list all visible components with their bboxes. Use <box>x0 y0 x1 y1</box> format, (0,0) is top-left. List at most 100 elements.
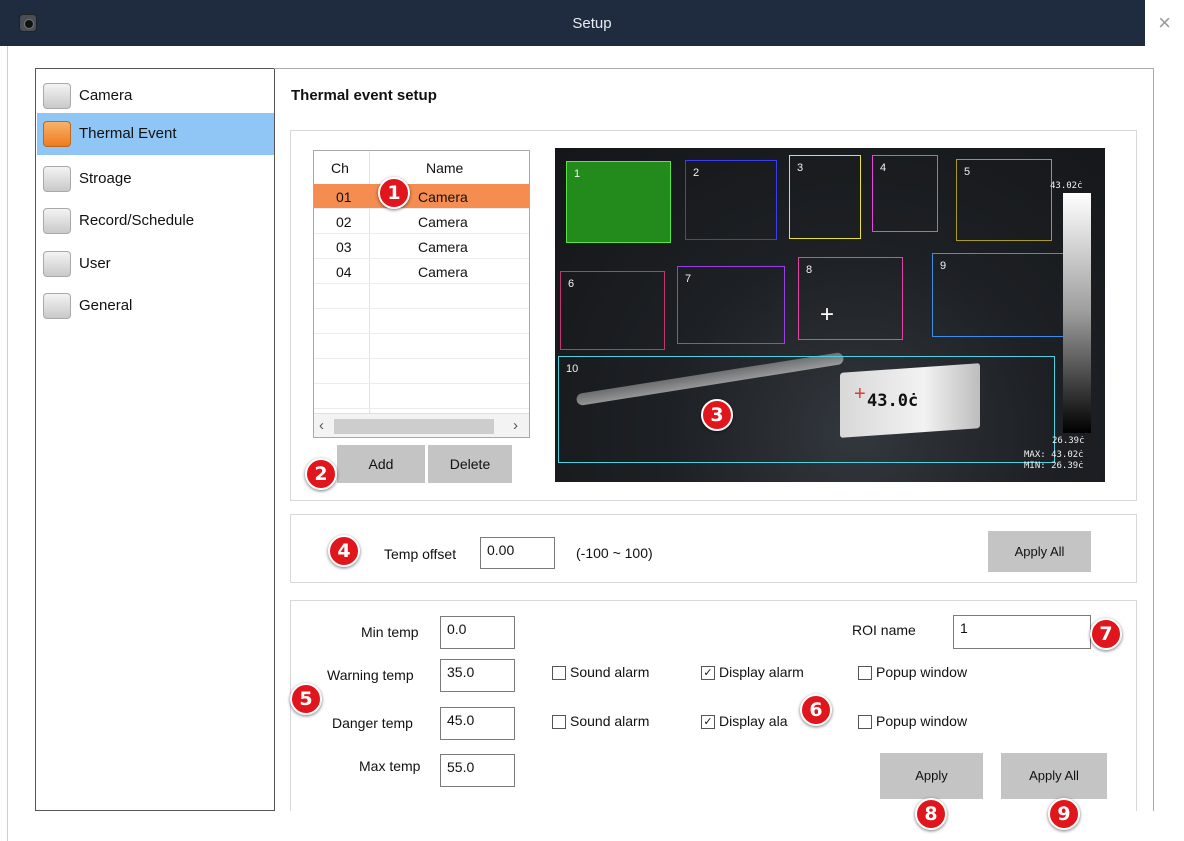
row-ch: 04 <box>336 264 352 280</box>
sidebar-item-camera[interactable]: Camera <box>37 75 274 117</box>
roi-label: 6 <box>568 278 575 290</box>
min-temp-input[interactable]: 0.0 <box>440 616 515 649</box>
crosshair-icon: + <box>820 301 835 328</box>
roi-region-9[interactable]: 9 <box>932 253 1064 337</box>
sidebar-item-storage[interactable]: Stroage <box>37 158 274 200</box>
offset-apply-all-button[interactable]: Apply All <box>988 531 1091 572</box>
close-icon[interactable]: × <box>1145 0 1184 46</box>
sidebar-item-label: Thermal Event <box>79 125 177 142</box>
camera-icon <box>43 83 71 109</box>
roi-name-label: ROI name <box>852 622 916 638</box>
sidebar-item-user[interactable]: User <box>37 243 274 285</box>
roi-label: 7 <box>685 273 692 285</box>
min-readout: MIN: 26.39ċ <box>1024 461 1084 471</box>
callout-badge-7: 7 <box>1090 618 1122 650</box>
empty-row <box>314 384 529 409</box>
danger-temp-label: Danger temp <box>332 715 413 731</box>
danger-display-alarm-label: Display ala <box>719 713 788 729</box>
channel-table: Ch Name 01 Camera 02 Camera 03 Camera 04… <box>313 150 530 438</box>
warning-temp-input[interactable]: 35.0 <box>440 659 515 692</box>
danger-popup-label: Popup window <box>876 713 968 729</box>
warning-temp-label: Warning temp <box>327 667 414 683</box>
sidebar-item-general[interactable]: General <box>37 285 274 327</box>
apply-all-button[interactable]: Apply All <box>1001 753 1107 799</box>
roi-region-1[interactable]: 1 <box>566 161 671 243</box>
danger-popup-checkbox[interactable] <box>858 715 872 729</box>
row-ch: 02 <box>336 214 352 230</box>
danger-display-alarm-checkbox[interactable]: ✓ <box>701 715 715 729</box>
roi-region-4[interactable]: 4 <box>872 155 938 232</box>
table-header: Ch Name <box>314 151 529 183</box>
scale-min-label: 26.39ċ <box>1052 436 1085 446</box>
row-ch: 03 <box>336 239 352 255</box>
table-row[interactable]: 01 Camera <box>314 184 529 209</box>
sidebar: Camera Thermal Event Stroage Record/Sche… <box>35 68 275 811</box>
temp-offset-input[interactable]: 0.00 <box>480 537 555 569</box>
roi-label: 5 <box>964 166 971 178</box>
scroll-right-icon[interactable]: › <box>513 417 518 434</box>
roi-region-7[interactable]: 7 <box>677 266 785 344</box>
row-name: Camera <box>418 189 468 205</box>
callout-badge-1: 1 <box>378 177 410 209</box>
record-schedule-icon <box>43 208 71 234</box>
warning-sound-alarm-checkbox[interactable] <box>552 666 566 680</box>
temperature-scale-bar <box>1063 193 1091 433</box>
roi-region-5[interactable]: 5 <box>956 159 1052 241</box>
thermal-image-view[interactable]: 1 2 3 4 5 6 7 8 9 10 + + 43.0ċ 43.02ċ 26… <box>555 148 1105 482</box>
roi-region-8[interactable]: 8 <box>798 257 903 340</box>
max-temp-label: Max temp <box>359 758 421 774</box>
roi-label: 8 <box>806 264 813 276</box>
min-temp-label: Min temp <box>361 624 419 640</box>
temp-offset-range: (-100 ~ 100) <box>576 545 653 561</box>
empty-row <box>314 359 529 384</box>
callout-badge-3: 3 <box>701 399 733 431</box>
empty-row <box>314 309 529 334</box>
warning-popup-checkbox[interactable] <box>858 666 872 680</box>
temp-offset-label: Temp offset <box>384 546 457 562</box>
danger-sound-alarm-label: Sound alarm <box>570 713 650 729</box>
danger-sound-alarm-checkbox[interactable] <box>552 715 566 729</box>
thermal-event-icon <box>43 121 71 147</box>
sidebar-item-label: General <box>79 297 133 314</box>
roi-label: 1 <box>574 168 581 180</box>
danger-temp-input[interactable]: 45.0 <box>440 707 515 740</box>
scrollbar-thumb[interactable] <box>334 419 494 434</box>
row-name: Camera <box>418 214 468 230</box>
apply-button[interactable]: Apply <box>880 753 983 799</box>
row-ch: 01 <box>336 189 352 205</box>
table-row[interactable]: 03 Camera <box>314 234 529 259</box>
callout-badge-2: 2 <box>305 458 337 490</box>
column-header-ch: Ch <box>331 160 349 176</box>
warning-display-alarm-checkbox[interactable]: ✓ <box>701 666 715 680</box>
scale-max-label: 43.02ċ <box>1050 181 1083 191</box>
scroll-left-icon[interactable]: ‹ <box>319 417 324 434</box>
row-name: Camera <box>418 264 468 280</box>
sidebar-item-record-schedule[interactable]: Record/Schedule <box>37 200 274 242</box>
add-button[interactable]: Add <box>337 445 425 483</box>
sidebar-item-label: Record/Schedule <box>79 212 195 229</box>
roi-label: 3 <box>797 162 804 174</box>
table-row[interactable]: 02 Camera <box>314 209 529 234</box>
table-row[interactable]: 04 Camera <box>314 259 529 284</box>
empty-row <box>314 284 529 309</box>
callout-badge-8: 8 <box>915 798 947 830</box>
sidebar-item-thermal-event[interactable]: Thermal Event <box>37 113 274 155</box>
spot-temperature: 43.0ċ <box>867 391 919 411</box>
callout-badge-5: 5 <box>290 683 322 715</box>
roi-name-input[interactable]: 1 <box>953 615 1091 649</box>
user-icon <box>43 251 71 277</box>
max-temp-input[interactable]: 55.0 <box>440 754 515 787</box>
roi-region-2[interactable]: 2 <box>685 160 777 240</box>
page-title: Thermal event setup <box>291 87 437 104</box>
roi-region-6[interactable]: 6 <box>560 271 665 350</box>
title-bar: Setup <box>0 0 1184 46</box>
empty-row <box>314 334 529 359</box>
window-title: Setup <box>572 15 612 32</box>
delete-button[interactable]: Delete <box>428 445 512 483</box>
roi-label: 10 <box>566 363 579 375</box>
horizontal-scrollbar[interactable]: ‹ › <box>314 413 529 437</box>
roi-region-10[interactable]: 10 <box>558 356 1055 463</box>
roi-region-3[interactable]: 3 <box>789 155 861 239</box>
warning-display-alarm-label: Display alarm <box>719 664 804 680</box>
callout-badge-6: 6 <box>800 694 832 726</box>
